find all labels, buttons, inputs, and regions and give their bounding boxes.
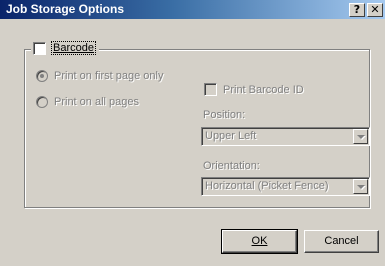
dialog-window: Job Storage Options ? ✕ Barcode Print on… xyxy=(0,0,385,266)
barcode-checkbox-box[interactable] xyxy=(33,41,46,55)
radio-first-page-only-dot[interactable] xyxy=(36,70,48,82)
cancel-button-label: Cancel xyxy=(324,235,359,247)
orientation-value: Horizontal (Picket Fence) xyxy=(205,180,329,192)
ok-button[interactable]: OK xyxy=(221,229,298,254)
window-title: Job Storage Options xyxy=(6,2,125,16)
barcode-checkbox[interactable]: Barcode xyxy=(31,40,99,56)
title-bar[interactable]: Job Storage Options ? ✕ xyxy=(0,0,385,19)
radio-first-page-only-label: Print on first page only xyxy=(54,70,164,82)
print-barcode-id-label: Print Barcode ID xyxy=(223,83,304,96)
barcode-checkbox-label: Barcode xyxy=(51,41,96,55)
radio-all-pages-dot[interactable] xyxy=(36,96,48,108)
position-dropdown[interactable]: Upper Left xyxy=(201,127,370,146)
chevron-down-icon[interactable] xyxy=(353,129,368,144)
print-barcode-id-checkbox[interactable]: Print Barcode ID xyxy=(204,83,304,96)
position-label: Position: xyxy=(203,109,246,121)
position-value: Upper Left xyxy=(205,130,257,142)
close-icon[interactable]: ✕ xyxy=(367,3,383,17)
radio-all-pages[interactable]: Print on all pages xyxy=(36,96,139,108)
help-icon[interactable]: ? xyxy=(349,3,365,17)
orientation-dropdown[interactable]: Horizontal (Picket Fence) xyxy=(201,177,370,196)
cancel-button[interactable]: Cancel xyxy=(304,230,379,253)
print-barcode-id-box[interactable] xyxy=(204,83,217,96)
orientation-label: Orientation: xyxy=(203,160,260,172)
chevron-down-icon[interactable] xyxy=(353,179,368,194)
ok-button-label: OK xyxy=(251,235,268,247)
radio-first-page-only[interactable]: Print on first page only xyxy=(36,70,163,82)
radio-all-pages-label: Print on all pages xyxy=(54,96,139,108)
